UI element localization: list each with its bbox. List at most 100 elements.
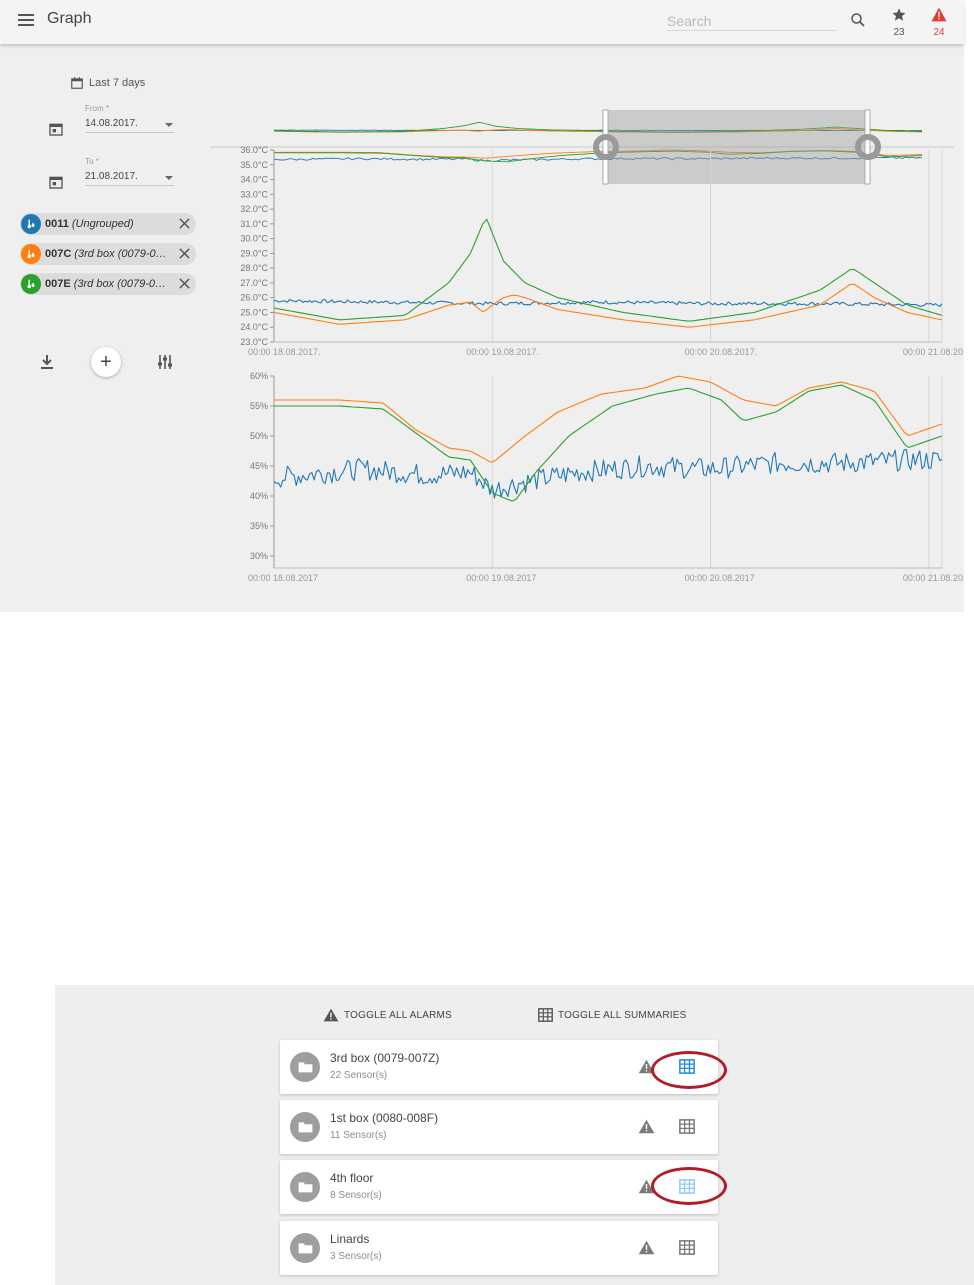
page-title: Graph (47, 10, 92, 27)
sensor-code: 007C (45, 248, 72, 260)
y-tick-label: 40% (250, 491, 268, 501)
sensor-group: (Ungrouped) (71, 218, 134, 230)
plus-icon: + (100, 350, 112, 373)
table-icon[interactable] (679, 1240, 695, 1255)
thermometer-drop-icon (21, 274, 41, 294)
y-tick-label: 27.0°C (240, 278, 268, 288)
x-tick-label: 00:00 20.08.2017 (685, 573, 755, 583)
folder-icon (290, 1172, 320, 1202)
series-line-007c (273, 283, 943, 328)
from-date-input[interactable]: 14.08.2017. (85, 116, 174, 133)
favorites-button[interactable]: 23 (886, 7, 912, 38)
sensor-code: 007E (45, 278, 71, 290)
toggle-all-alarms-button[interactable]: TOGGLE ALL ALARMS (323, 1008, 452, 1022)
search-input[interactable] (667, 11, 837, 31)
to-date-input[interactable]: 21.08.2017. (85, 169, 174, 186)
y-tick-label: 32.0°C (240, 204, 268, 214)
x-tick-label: 00:00 21.08.2017. (903, 347, 964, 357)
x-tick-label: 00:00 18.08.2017 (248, 573, 318, 583)
group-name: 1st box (0080-008F) (330, 1111, 439, 1125)
folder-icon (290, 1233, 320, 1263)
toggle-all-summaries-label: TOGGLE ALL SUMMARIES (558, 1009, 687, 1021)
close-icon[interactable] (178, 217, 191, 230)
groups-panel: TOGGLE ALL ALARMS TOGGLE ALL SUMMARIES 3… (55, 985, 974, 1285)
date-range-button[interactable]: Last 7 days (70, 74, 145, 92)
y-tick-label: 55% (250, 401, 268, 411)
sensor-group: (3rd box (0079-007Z)) (73, 278, 168, 290)
y-tick-label: 24.0°C (240, 322, 268, 332)
sensor-count: 11 Sensor(s) (330, 1130, 387, 1141)
sensor-count: 8 Sensor(s) (330, 1190, 382, 1201)
folder-icon (290, 1112, 320, 1142)
y-tick-label: 29.0°C (240, 248, 268, 258)
highlight-ring (651, 1051, 727, 1089)
sensor-count: 3 Sensor(s) (330, 1251, 382, 1262)
date-range-label: Last 7 days (89, 77, 146, 89)
y-tick-label: 50% (250, 431, 268, 441)
y-tick-label: 35% (250, 521, 268, 531)
close-icon[interactable] (178, 277, 191, 290)
tune-icon[interactable] (157, 354, 173, 370)
y-tick-label: 28.0°C (240, 263, 268, 273)
menu-icon[interactable] (18, 14, 34, 28)
y-tick-label: 45% (250, 461, 268, 471)
x-tick-label: 00:00 21.08.2017 (903, 573, 964, 583)
calendar-icon (71, 77, 83, 89)
group-card[interactable]: 1st box (0080-008F) 11 Sensor(s) (280, 1100, 718, 1154)
warning-icon (323, 1008, 339, 1022)
alarms-count: 24 (933, 27, 945, 38)
folder-icon (290, 1052, 320, 1082)
sensor-chip-0011[interactable]: 0011 (Ungrouped) (20, 213, 196, 235)
chevron-down-icon[interactable] (165, 123, 173, 127)
thermometer-drop-icon (21, 214, 41, 234)
highlight-ring (651, 1167, 727, 1205)
alarm-warning-icon (931, 7, 947, 22)
series-line-0011 (273, 449, 943, 499)
group-card[interactable]: Linards 3 Sensor(s) (280, 1221, 718, 1275)
y-tick-label: 30% (250, 551, 268, 561)
y-tick-label: 30.0°C (240, 234, 268, 244)
table-icon (538, 1008, 553, 1022)
series-line-0011 (273, 298, 943, 308)
favorites-count: 23 (893, 27, 905, 38)
sensor-chip-007e[interactable]: 007E (3rd box (0079-007Z)) (20, 273, 196, 295)
y-tick-label: 26.0°C (240, 293, 268, 303)
warning-icon[interactable] (638, 1240, 655, 1255)
humidity-chart: 30% 35% 40% 45% 50% 55% 60% 00:00 18.08.2017 00:… (248, 371, 964, 583)
star-icon (892, 8, 906, 21)
thermometer-drop-icon (21, 244, 41, 264)
y-tick-label: 34.0°C (240, 175, 268, 185)
y-tick-label: 60% (250, 371, 268, 381)
sensor-code: 0011 (45, 218, 69, 230)
app-bar: Graph 23 24 (0, 0, 964, 44)
from-label: From * (85, 104, 109, 113)
calendar-icon[interactable] (48, 174, 64, 190)
y-tick-label: 33.0°C (240, 189, 268, 199)
warning-icon[interactable] (638, 1119, 655, 1134)
group-name: Linards (330, 1232, 370, 1246)
toggle-all-alarms-label: TOGGLE ALL ALARMS (344, 1009, 452, 1021)
table-icon[interactable] (679, 1119, 695, 1134)
x-tick-label: 00:00 18.08.2017. (248, 347, 321, 357)
calendar-icon[interactable] (48, 121, 64, 137)
series-line-007c (274, 375, 943, 463)
to-label: To * (85, 157, 99, 166)
temperature-chart: 23.0°C 24.0°C 25.0°C 26.0°C 27.0°C 28.0°C 29.0… (240, 145, 964, 357)
x-tick-label: 00:00 19.08.2017 (466, 573, 536, 583)
series-line-007e (273, 218, 943, 322)
add-sensor-button[interactable]: + (91, 347, 121, 377)
search-icon[interactable] (849, 11, 867, 29)
group-name: 3rd box (0079-007Z) (330, 1051, 440, 1065)
sensor-chip-007c[interactable]: 007C (3rd box (0079-007Z)) (20, 243, 196, 265)
close-icon[interactable] (178, 247, 191, 260)
alarms-button[interactable]: 24 (926, 7, 952, 38)
y-tick-label: 31.0°C (240, 219, 268, 229)
download-icon[interactable] (40, 354, 54, 370)
group-name: 4th floor (330, 1171, 374, 1185)
y-tick-label: 36.0°C (240, 145, 268, 155)
graph-panel: Last 7 days From * 14.08.2017. To * 21.0… (0, 44, 964, 612)
y-tick-label: 25.0°C (240, 307, 268, 317)
y-tick-label: 23.0°C (240, 337, 268, 347)
chevron-down-icon[interactable] (165, 176, 173, 180)
toggle-all-summaries-button[interactable]: TOGGLE ALL SUMMARIES (538, 1008, 686, 1022)
